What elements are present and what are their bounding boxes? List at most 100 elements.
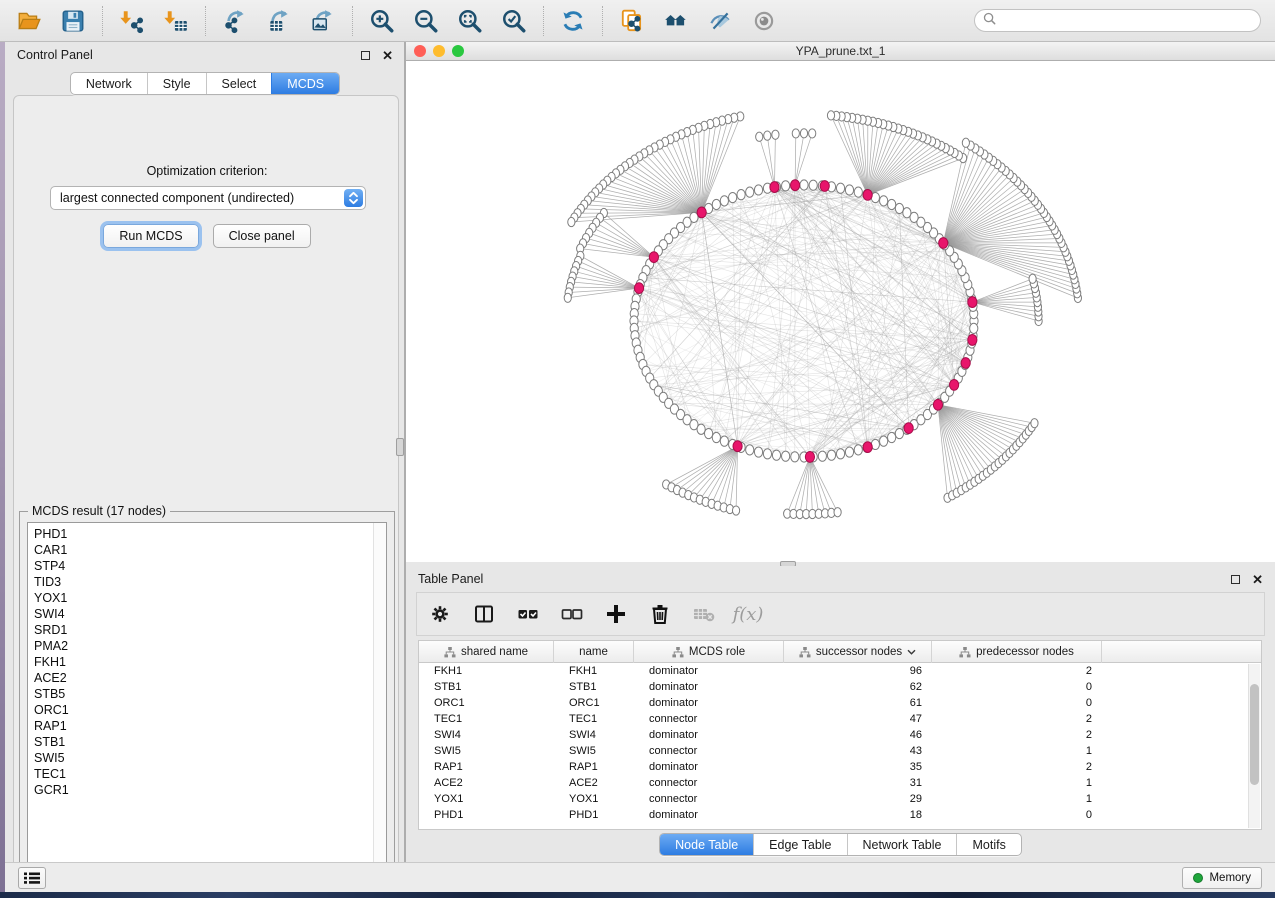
network-node[interactable] — [772, 450, 780, 460]
tab-motifs[interactable]: Motifs — [956, 834, 1020, 855]
table-row[interactable]: STB1STB1dominator620 — [419, 679, 1261, 695]
table-row[interactable]: YOX1YOX1connector291 — [419, 791, 1261, 807]
tab-network-table[interactable]: Network Table — [847, 834, 957, 855]
mcds-node-item[interactable]: STB1 — [28, 734, 386, 750]
zoom-out-button[interactable] — [407, 4, 445, 38]
show-column-button[interactable] — [471, 601, 497, 627]
network-node[interactable] — [880, 196, 888, 206]
network-node[interactable] — [712, 432, 720, 442]
mcds-node-item[interactable]: PMA2 — [28, 638, 386, 654]
delete-column-button[interactable] — [647, 601, 673, 627]
tab-node-table[interactable]: Node Table — [660, 834, 753, 855]
network-node[interactable] — [827, 111, 834, 120]
save-session-button[interactable] — [54, 4, 92, 38]
zoom-selected-button[interactable] — [495, 4, 533, 38]
network-node[interactable] — [720, 436, 728, 446]
mcds-node-item[interactable]: STP4 — [28, 558, 386, 574]
network-node[interactable] — [888, 199, 896, 209]
table-row[interactable]: RAP1RAP1dominator352 — [419, 759, 1261, 775]
network-node[interactable] — [818, 451, 826, 461]
network-node[interactable] — [800, 180, 808, 190]
network-node[interactable] — [791, 452, 799, 462]
tab-select[interactable]: Select — [206, 73, 272, 94]
network-node[interactable] — [746, 187, 754, 197]
column-header-MCDS-role[interactable]: MCDS role — [634, 641, 784, 663]
network-node[interactable] — [782, 451, 790, 461]
vertical-splitter-handle[interactable] — [396, 438, 404, 456]
export-image-button[interactable] — [304, 4, 342, 38]
network-mcds-hub-node[interactable] — [697, 207, 706, 218]
apply-layout-button[interactable] — [554, 4, 592, 38]
network-mcds-hub-node[interactable] — [820, 181, 829, 192]
network-mcds-hub-node[interactable] — [805, 452, 814, 463]
network-node[interactable] — [888, 432, 896, 442]
mcds-node-item[interactable]: ORC1 — [28, 702, 386, 718]
network-node[interactable] — [704, 428, 712, 438]
network-node[interactable] — [720, 196, 728, 206]
network-node[interactable] — [763, 449, 771, 459]
search-input[interactable] — [1001, 13, 1252, 29]
mcds-node-item[interactable]: CAR1 — [28, 542, 386, 558]
memory-button[interactable]: Memory — [1182, 867, 1262, 889]
mcds-node-item[interactable]: STB5 — [28, 686, 386, 702]
show-all-button[interactable] — [745, 4, 783, 38]
mcds-result-list[interactable]: PHD1CAR1STP4TID3YOX1SWI4SRD1PMA2FKH1ACE2… — [27, 522, 387, 876]
mcds-node-item[interactable]: TEC1 — [28, 766, 386, 782]
network-node[interactable] — [754, 447, 762, 457]
import-network-button[interactable] — [113, 4, 151, 38]
column-header-shared-name[interactable]: shared name — [419, 641, 554, 663]
table-row[interactable]: SWI5SWI5connector431 — [419, 743, 1261, 759]
zoom-fit-button[interactable] — [451, 4, 489, 38]
table-row[interactable]: FKH1FKH1dominator962 — [419, 663, 1261, 679]
table-scrollbar[interactable] — [1248, 664, 1260, 828]
tab-style[interactable]: Style — [147, 73, 206, 94]
table-settings-gear-button[interactable] — [427, 601, 453, 627]
network-node[interactable] — [854, 187, 862, 197]
network-node[interactable] — [895, 203, 903, 213]
network-mcds-hub-node[interactable] — [961, 358, 970, 369]
network-mcds-hub-node[interactable] — [968, 297, 977, 308]
network-mcds-hub-node[interactable] — [863, 190, 872, 201]
network-node[interactable] — [697, 424, 705, 434]
network-node[interactable] — [827, 450, 835, 460]
network-node[interactable] — [970, 323, 978, 333]
network-mcds-hub-node[interactable] — [863, 442, 872, 453]
network-node[interactable] — [962, 138, 969, 147]
open-file-button[interactable] — [10, 4, 48, 38]
mcds-node-item[interactable]: GCR1 — [28, 782, 386, 798]
network-node[interactable] — [756, 132, 763, 141]
network-node[interactable] — [809, 129, 816, 138]
import-table-button[interactable] — [157, 4, 195, 38]
column-header-successor-nodes[interactable]: successor nodes — [784, 641, 932, 663]
network-mcds-hub-node[interactable] — [950, 379, 959, 390]
export-table-button[interactable] — [260, 4, 298, 38]
mcds-list-scrollbar[interactable] — [373, 523, 386, 875]
network-node[interactable] — [800, 129, 807, 138]
unselect-all-columns-button[interactable] — [559, 601, 585, 627]
mcds-node-item[interactable]: SWI5 — [28, 750, 386, 766]
mcds-node-item[interactable]: FKH1 — [28, 654, 386, 670]
add-column-button[interactable] — [603, 601, 629, 627]
hide-selected-button[interactable] — [701, 4, 739, 38]
float-window-icon[interactable] — [361, 51, 370, 60]
network-mcds-hub-node[interactable] — [770, 182, 779, 193]
network-mcds-hub-node[interactable] — [968, 335, 977, 346]
network-node[interactable] — [1029, 274, 1036, 283]
network-node[interactable] — [809, 180, 817, 190]
table-row[interactable]: PHD1PHD1dominator180 — [419, 807, 1261, 823]
network-node[interactable] — [854, 445, 862, 455]
mcds-node-item[interactable]: TID3 — [28, 574, 386, 590]
network-node[interactable] — [764, 131, 771, 140]
task-history-button[interactable] — [18, 867, 46, 889]
column-header-predecessor-nodes[interactable]: predecessor nodes — [932, 641, 1102, 663]
network-node[interactable] — [845, 185, 853, 195]
network-node[interactable] — [712, 199, 720, 209]
column-header-name[interactable]: name — [554, 641, 634, 663]
zoom-in-button[interactable] — [363, 4, 401, 38]
network-node[interactable] — [836, 183, 844, 193]
tab-edge-table[interactable]: Edge Table — [753, 834, 846, 855]
clone-network-button[interactable] — [613, 4, 651, 38]
network-mcds-hub-node[interactable] — [733, 441, 742, 452]
network-node[interactable] — [782, 181, 790, 191]
search-box[interactable] — [974, 9, 1261, 32]
